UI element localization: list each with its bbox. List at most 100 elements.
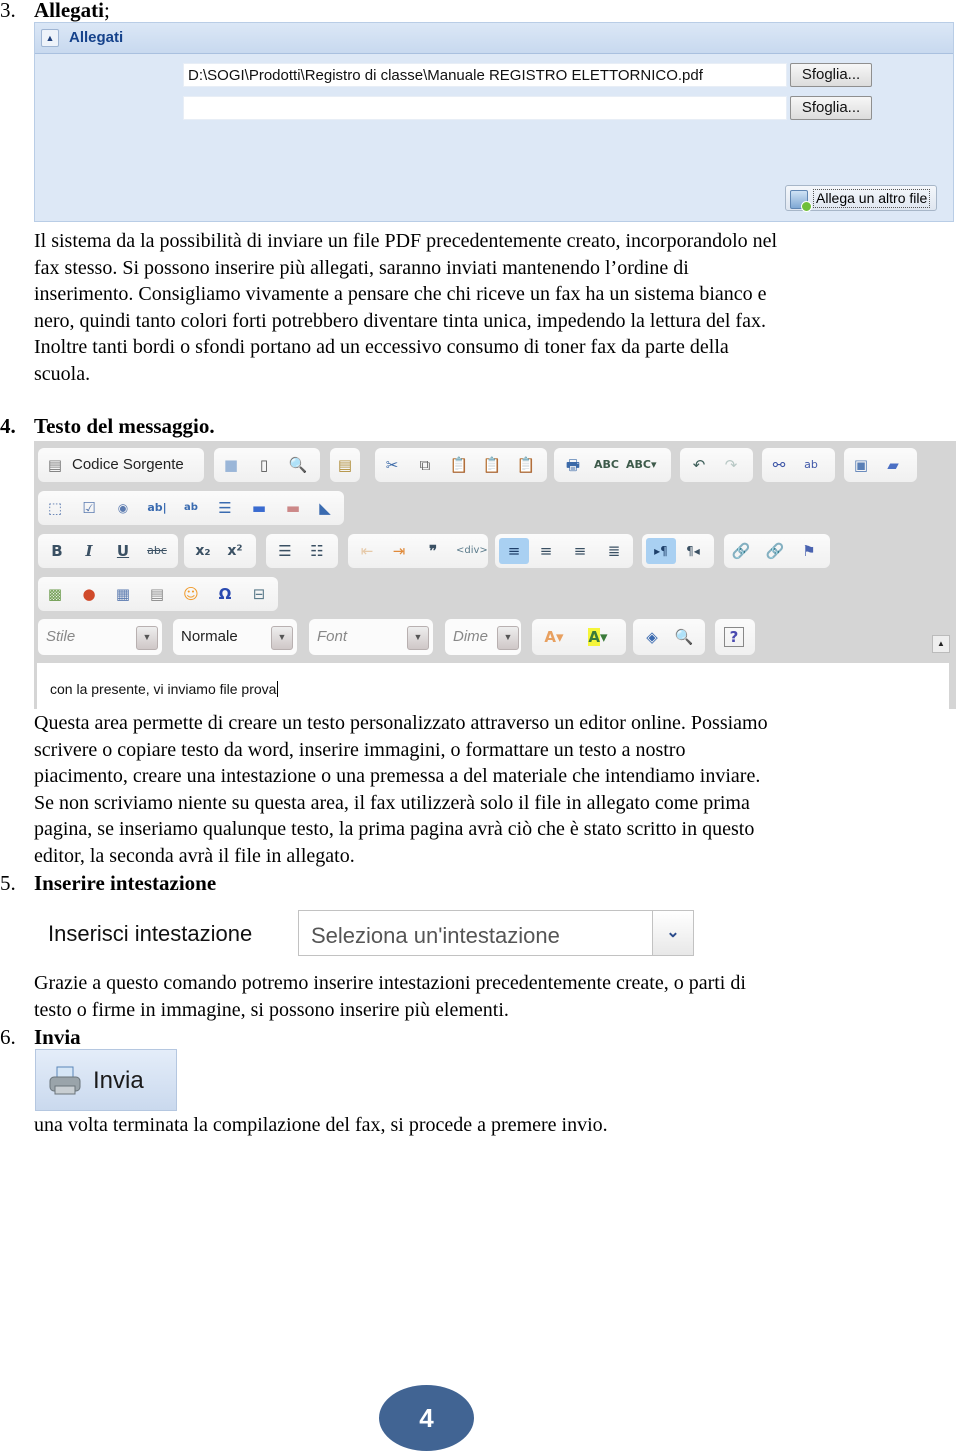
templates-icon[interactable]: ▤ [334,455,356,475]
button-icon[interactable]: ▬ [248,498,270,518]
ltr-icon[interactable]: ▸¶ [646,538,676,564]
image-button-icon[interactable]: ▬ [282,498,304,518]
bulleted-list-icon[interactable]: ☷ [306,541,328,561]
align-left-icon[interactable]: ≡ [499,538,529,564]
text-color-icon[interactable]: A▾ [538,627,570,647]
source-button[interactable]: ▤ Codice Sorgente [38,448,204,482]
header-select[interactable]: Seleziona un'intestazione ⌄ [298,910,694,956]
undo-icon[interactable]: ↶ [688,455,710,475]
image-icon[interactable]: ▩ [44,584,66,604]
maximize-icon[interactable]: ◈ [641,627,663,647]
collapse-toggle-icon[interactable]: ▲ [41,29,59,47]
paragraph-line: inserimento. Consigliamo vivamente a pen… [34,283,767,305]
background-color-icon[interactable]: A▾ [582,627,614,647]
text-field-icon[interactable]: ab| [146,498,168,518]
find-replace-group: ⚯ ab [762,448,835,482]
numbered-list-icon[interactable]: ☰ [274,541,296,561]
subscript-icon[interactable]: x₂ [192,541,214,561]
paragraph-line: Il sistema da la possibilità di inviare … [34,230,778,252]
special-char-icon[interactable]: Ω [214,584,236,604]
size-combo[interactable]: Dime ▼ [445,619,521,655]
tools-group: ◈ 🔍 [633,619,705,655]
chevron-down-icon[interactable]: ⌄ [652,911,693,955]
section-4-heading: 4. Testo del messaggio. [0,414,400,438]
file-input-2[interactable] [183,96,787,120]
paragraph-line: editor, la seconda avrà il file in alleg… [34,844,355,867]
radio-icon[interactable]: ◉ [112,498,134,518]
section-3-paragraph: Il sistema da la possibilità di inviare … [34,228,934,387]
textarea-icon[interactable]: ab [180,498,202,518]
browse-button-1[interactable]: Sfoglia... [790,63,872,87]
redo-icon[interactable]: ↷ [720,455,742,475]
italic-icon[interactable]: I [78,541,100,561]
browse-button-2[interactable]: Sfoglia... [790,96,872,120]
justify-icon[interactable]: ≣ [603,541,625,561]
flash-icon[interactable]: ● [78,584,100,604]
source-icon: ▤ [47,456,63,474]
rich-text-editor: ▤ Codice Sorgente ■ ▯ 🔍 ▤ ✂ ⧉ 📋 📋 📋 🖶 AB… [34,441,956,709]
rtl-icon[interactable]: ¶◂ [682,541,704,561]
help-icon[interactable]: ? [724,627,744,647]
blockquote-icon[interactable]: ❞ [422,541,444,561]
font-combo[interactable]: Font ▼ [309,619,433,655]
remove-format-icon[interactable]: ▰ [882,455,904,475]
size-combo-value: Dime [453,628,489,645]
spellcheck-icon[interactable]: ABC [594,455,619,475]
paste-from-word-icon[interactable]: 📋 [515,455,537,475]
panel-title: Allegati [69,29,124,46]
save-icon[interactable]: ■ [220,455,242,475]
underline-icon[interactable]: U [112,541,134,561]
print-icon[interactable]: 🖶 [562,455,584,475]
chevron-down-icon[interactable]: ▼ [271,626,293,650]
create-div-icon[interactable]: <div> [456,541,488,561]
chevron-down-icon[interactable]: ▼ [136,626,158,650]
undo-redo-group: ↶ ↷ [680,448,753,482]
find-icon[interactable]: ⚯ [768,455,790,475]
add-another-file-button[interactable]: Allega un altro file [785,185,937,212]
indent-group: ⇤ ⇥ ❞ <div> [348,534,488,568]
chevron-down-icon[interactable]: ▼ [407,626,429,650]
send-button[interactable]: Invia [35,1049,177,1111]
templates-group: ▤ [330,448,360,482]
section-title: Testo del messaggio. [34,414,215,438]
replace-icon[interactable]: ab [800,455,822,475]
spellcheck-as-you-type-icon[interactable]: ABC▾ [626,455,657,475]
about-group: ? [715,619,755,655]
format-combo[interactable]: Normale ▼ [173,619,297,655]
show-blocks-icon[interactable]: 🔍 [673,627,695,647]
select-all-icon[interactable]: ▣ [850,455,872,475]
insert-header-label: Inserisci intestazione [48,921,253,946]
paste-text-icon[interactable]: 📋 [481,455,503,475]
superscript-icon[interactable]: x² [224,541,246,561]
link-icon[interactable]: 🔗 [730,541,752,561]
editor-content-area[interactable]: con la presente, vi inviamo file prova [37,663,949,709]
section-number: 4. [0,414,16,438]
cut-icon[interactable]: ✂ [381,455,403,475]
unlink-icon[interactable]: 🔗 [764,541,786,561]
hidden-field-icon[interactable]: ◣ [314,498,336,518]
table-icon[interactable]: ▦ [112,584,134,604]
smiley-icon[interactable]: ☺ [180,584,202,604]
select-field-icon[interactable]: ☰ [214,498,236,518]
align-right-icon[interactable]: ≡ [569,541,591,561]
strike-icon[interactable]: abc [146,541,168,561]
preview-icon[interactable]: 🔍 [287,455,309,475]
outdent-icon[interactable]: ⇤ [356,541,378,561]
new-page-icon[interactable]: ▯ [253,455,275,475]
anchor-icon[interactable]: ⚑ [798,541,820,561]
bold-icon[interactable]: B [46,541,68,561]
align-center-icon[interactable]: ≡ [535,541,557,561]
font-combo-value: Font [317,628,348,645]
chevron-down-icon[interactable]: ▼ [497,626,519,650]
form-icon[interactable]: ⬚ [44,498,66,518]
indent-icon[interactable]: ⇥ [388,541,410,561]
file-input-1[interactable]: D:\SOGI\Prodotti\Registro di classe\Manu… [183,63,787,87]
page-break-icon[interactable]: ⊟ [248,584,270,604]
horizontal-rule-icon[interactable]: ▤ [146,584,168,604]
send-button-label: Invia [93,1067,144,1094]
toolbar-collapse-icon[interactable]: ▲ [932,635,950,653]
copy-icon[interactable]: ⧉ [414,455,436,475]
checkbox-icon[interactable]: ☑ [78,498,100,518]
paste-icon[interactable]: 📋 [448,455,470,475]
style-combo[interactable]: Stile ▼ [38,619,162,655]
